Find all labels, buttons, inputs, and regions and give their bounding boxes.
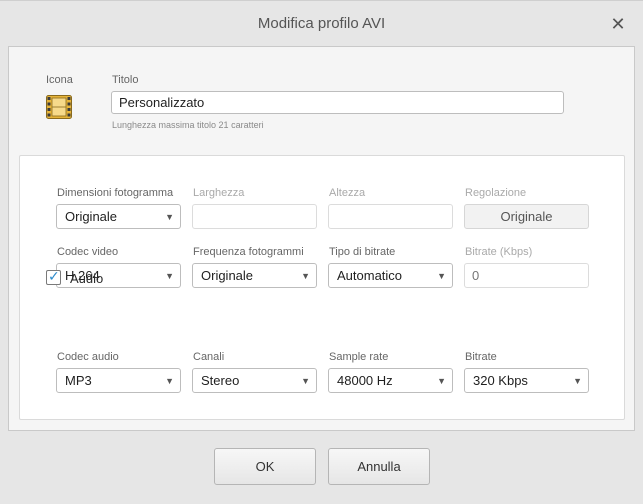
audio-bitrate-label: Bitrate: [465, 351, 497, 363]
chevron-down-icon: ▼: [573, 376, 582, 386]
title-input[interactable]: [111, 91, 564, 114]
settings-group: Dimensioni fotogramma Larghezza Altezza …: [19, 155, 625, 420]
title-hint: Lunghezza massima titolo 21 caratteri: [112, 120, 264, 130]
audio-bitrate-select[interactable]: 320 Kbps ▼: [464, 368, 589, 393]
film-icon[interactable]: [46, 95, 72, 119]
sample-rate-value: 48000 Hz: [337, 373, 393, 388]
close-icon: ✕: [610, 14, 626, 34]
video-codec-label: Codec video: [57, 246, 119, 258]
check-icon: ✓: [48, 268, 60, 284]
frame-size-label: Dimensioni fotogramma: [57, 187, 174, 199]
audio-checkbox[interactable]: ✓: [46, 268, 61, 285]
video-bitrate-label: Bitrate (Kbps): [465, 246, 533, 258]
bitrate-type-select[interactable]: Automatico ▼: [328, 263, 453, 288]
sample-rate-label: Sample rate: [329, 351, 389, 363]
frame-size-value: Originale: [65, 209, 118, 224]
bitrate-type-label: Tipo di bitrate: [329, 246, 396, 258]
fps-label: Frequenza fotogrammi: [193, 246, 304, 258]
frame-size-select[interactable]: Originale ▼: [56, 204, 181, 229]
chevron-down-icon: ▼: [165, 271, 174, 281]
channels-select[interactable]: Stereo ▼: [192, 368, 317, 393]
window-title: Modifica profilo AVI: [257, 15, 386, 32]
video-bitrate-input[interactable]: [464, 263, 589, 288]
height-input[interactable]: [328, 204, 453, 229]
icon-label: Icona: [46, 74, 73, 86]
width-label: Larghezza: [193, 187, 245, 199]
fps-value: Originale: [201, 268, 254, 283]
width-input[interactable]: [192, 204, 317, 229]
adjust-button[interactable]: Originale: [464, 204, 589, 229]
height-label: Altezza: [329, 187, 366, 199]
adjust-label: Regolazione: [465, 187, 527, 199]
chevron-down-icon: ▼: [301, 376, 310, 386]
sample-rate-select[interactable]: 48000 Hz ▼: [328, 368, 453, 393]
title-label: Titolo: [112, 74, 139, 86]
fps-select[interactable]: Originale ▼: [192, 263, 317, 288]
chevron-down-icon: ▼: [301, 271, 310, 281]
audio-codec-value: MP3: [65, 373, 92, 388]
audio-codec-select[interactable]: MP3 ▼: [56, 368, 181, 393]
chevron-down-icon: ▼: [437, 376, 446, 386]
chevron-down-icon: ▼: [165, 212, 174, 222]
bitrate-type-value: Automatico: [337, 268, 403, 283]
chevron-down-icon: ▼: [437, 271, 446, 281]
ok-button[interactable]: OK: [214, 448, 316, 485]
close-button[interactable]: ✕: [606, 13, 630, 35]
chevron-down-icon: ▼: [165, 376, 174, 386]
profile-panel: Icona Titolo Lunghezza massima titolo 21…: [8, 46, 635, 431]
title-bar: Modifica profilo AVI ✕: [0, 0, 643, 46]
audio-checkbox-label[interactable]: Audio: [70, 271, 103, 286]
channels-value: Stereo: [201, 373, 240, 388]
channels-label: Canali: [193, 351, 225, 363]
audio-codec-label: Codec audio: [57, 351, 119, 363]
audio-bitrate-value: 320 Kbps: [473, 373, 528, 388]
cancel-button[interactable]: Annulla: [328, 448, 430, 485]
